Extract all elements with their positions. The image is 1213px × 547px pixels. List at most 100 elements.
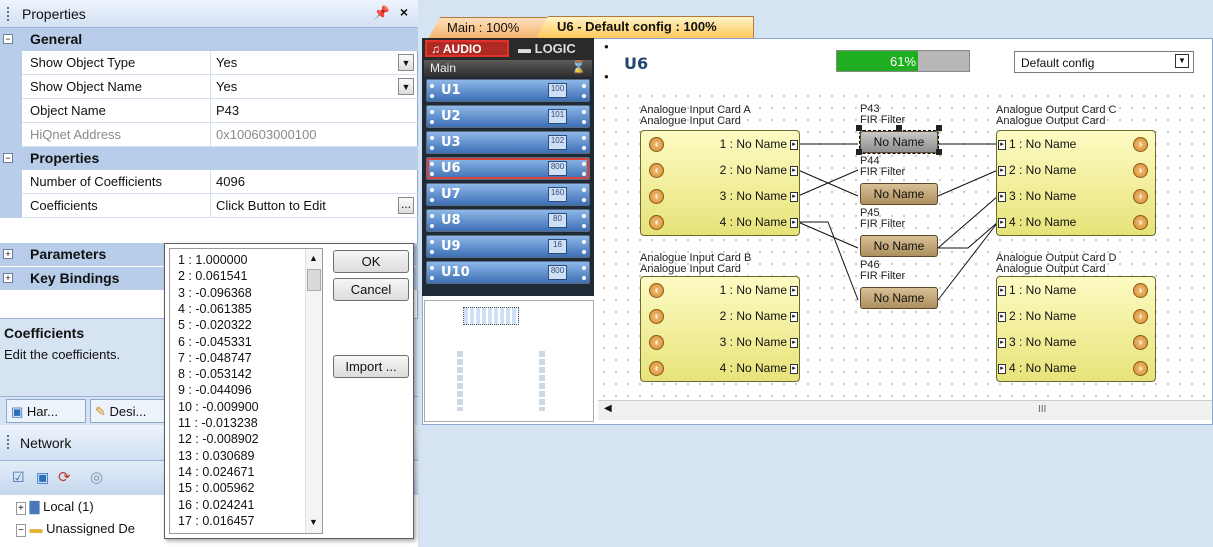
- scroll-thumb[interactable]: [307, 269, 321, 291]
- device-item[interactable]: U10 800: [426, 261, 590, 284]
- output-card-c[interactable]: › 1 : No Name ▸ › 2 : No Name ▸ › 3 : No Name ▸ ›…: [996, 130, 1156, 236]
- fir-block[interactable]: No Name: [860, 287, 938, 309]
- import-button[interactable]: Import ...: [333, 355, 409, 378]
- config-select[interactable]: Default config ▼: [1014, 51, 1194, 73]
- port-pin[interactable]: ▸: [790, 312, 798, 322]
- refresh-icon[interactable]: ⟳: [58, 468, 71, 486]
- pin-icon[interactable]: 📌: [374, 5, 390, 21]
- minimap-viewport[interactable]: [463, 307, 519, 325]
- coefficient-item[interactable]: 8 : -0.053142: [178, 367, 252, 381]
- category-properties[interactable]: − Properties: [0, 147, 418, 170]
- row-show-object-type[interactable]: Show Object Type Yes ▼: [0, 51, 418, 75]
- scroll-up-icon[interactable]: ▲: [309, 253, 318, 263]
- coefficient-item[interactable]: 4 : -0.061385: [178, 302, 252, 316]
- port-pin[interactable]: ▸: [998, 364, 1006, 374]
- fir-block[interactable]: No Name: [860, 235, 938, 257]
- chevron-down-icon[interactable]: ▼: [1175, 54, 1189, 68]
- device-item[interactable]: U2 101: [426, 105, 590, 128]
- port-label[interactable]: 4 : No Name: [1009, 215, 1076, 229]
- port-label[interactable]: 3 : No Name: [720, 335, 787, 349]
- list-scrollbar[interactable]: ▲ ▼: [305, 249, 322, 533]
- coefficient-item[interactable]: 10 : -0.009900: [178, 400, 259, 414]
- device-item[interactable]: U3 102: [426, 131, 590, 154]
- coefficient-item[interactable]: 6 : -0.045331: [178, 335, 252, 349]
- tab-hardware[interactable]: ▣ Har...: [6, 399, 86, 423]
- checklist-icon[interactable]: ☑: [12, 469, 25, 486]
- port-pin[interactable]: ▸: [790, 338, 798, 348]
- port-pin[interactable]: ▸: [790, 218, 798, 228]
- port-pin[interactable]: ▸: [790, 166, 798, 176]
- port-label[interactable]: 2 : No Name: [720, 309, 787, 323]
- coefficient-item[interactable]: 9 : -0.044096: [178, 383, 252, 397]
- edit-coefficients-button[interactable]: ...: [398, 197, 414, 214]
- resize-handle[interactable]: [936, 149, 942, 155]
- chevron-down-icon[interactable]: ▼: [398, 54, 414, 71]
- device-item[interactable]: U6 800: [426, 157, 590, 180]
- coefficient-item[interactable]: 3 : -0.096368: [178, 286, 252, 300]
- collapse-icon[interactable]: −: [3, 153, 13, 163]
- tab-u6-default-config[interactable]: U6 - Default config : 100%: [536, 16, 754, 39]
- coefficient-list[interactable]: ▲ ▼ 1 : 1.000000 2 : 0.061541 3 : -0.09636…: [169, 248, 323, 534]
- scroll-left-icon[interactable]: ◀: [604, 403, 612, 414]
- tree-item-local[interactable]: + ▇ Local (1): [16, 499, 94, 515]
- device-item[interactable]: U7 160: [426, 183, 590, 206]
- coefficient-item[interactable]: 14 : 0.024671: [178, 465, 254, 479]
- row-number-of-coefficients[interactable]: Number of Coefficients 4096: [0, 170, 418, 194]
- port-label[interactable]: 3 : No Name: [1009, 189, 1076, 203]
- cancel-button[interactable]: Cancel: [333, 278, 409, 301]
- horizontal-scrollbar[interactable]: ◀ III: [598, 400, 1212, 420]
- device-item[interactable]: U8 80: [426, 209, 590, 232]
- grip-icon[interactable]: [7, 7, 10, 21]
- scroll-grip[interactable]: III: [1038, 404, 1046, 415]
- port-label[interactable]: 1 : No Name: [1009, 283, 1076, 297]
- row-value[interactable]: 4096: [216, 174, 245, 189]
- fir-block[interactable]: No Name: [859, 130, 939, 154]
- logic-tab[interactable]: ▬ LOGIC: [518, 41, 576, 56]
- minimap[interactable]: [424, 300, 594, 422]
- device-item[interactable]: U1 100: [426, 79, 590, 102]
- audio-tab[interactable]: ♫ AUDIO: [425, 40, 509, 57]
- scroll-down-icon[interactable]: ▼: [309, 517, 318, 527]
- port-label[interactable]: 3 : No Name: [720, 189, 787, 203]
- tab-designer[interactable]: ✎ Desi...: [90, 399, 170, 423]
- expand-icon[interactable]: +: [3, 273, 13, 283]
- port-label[interactable]: 2 : No Name: [720, 163, 787, 177]
- coefficient-item[interactable]: 2 : 0.061541: [178, 269, 248, 283]
- port-pin[interactable]: ▸: [998, 218, 1006, 228]
- port-label[interactable]: 4 : No Name: [1009, 361, 1076, 375]
- schematic-canvas[interactable]: Analogue Input Card A Analogue Input Car…: [598, 90, 1212, 400]
- row-value[interactable]: Yes: [216, 55, 237, 70]
- coefficient-item[interactable]: 13 : 0.030689: [178, 449, 254, 463]
- port-pin[interactable]: ▸: [998, 338, 1006, 348]
- port-label[interactable]: 2 : No Name: [1009, 163, 1076, 177]
- close-icon[interactable]: ×: [400, 4, 408, 20]
- port-pin[interactable]: ▸: [998, 140, 1006, 150]
- coefficient-item[interactable]: 16 : 0.024241: [178, 498, 254, 512]
- resize-handle[interactable]: [856, 125, 862, 131]
- coefficient-item[interactable]: 12 : -0.008902: [178, 432, 259, 446]
- coefficient-item[interactable]: 11 : -0.013238: [178, 416, 258, 430]
- input-card-b[interactable]: ‹ 1 : No Name ▸ ‹ 2 : No Name ▸ ‹ 3 : No Name ▸ ‹…: [640, 276, 800, 382]
- hourglass-icon[interactable]: ⌛: [571, 60, 586, 74]
- row-object-name[interactable]: Object Name P43: [0, 99, 418, 123]
- port-label[interactable]: 1 : No Name: [720, 137, 787, 151]
- window-icon[interactable]: ▣: [36, 469, 49, 486]
- coefficient-item[interactable]: 17 : 0.016457: [178, 514, 254, 528]
- coefficient-item[interactable]: 7 : -0.048747: [178, 351, 252, 365]
- expand-icon[interactable]: +: [3, 249, 13, 259]
- row-coefficients[interactable]: Coefficients Click Button to Edit ...: [0, 194, 418, 218]
- expand-icon[interactable]: +: [16, 502, 26, 515]
- port-label[interactable]: 1 : No Name: [720, 283, 787, 297]
- output-card-d[interactable]: › 1 : No Name ▸ › 2 : No Name ▸ › 3 : No Name ▸ ›…: [996, 276, 1156, 382]
- ok-button[interactable]: OK: [333, 250, 409, 273]
- input-card-a[interactable]: ‹ 1 : No Name ▸ ‹ 2 : No Name ▸ ‹ 3 : No Name ▸ ‹…: [640, 130, 800, 236]
- collapse-icon[interactable]: −: [3, 34, 13, 44]
- target-icon[interactable]: ◎: [90, 468, 103, 486]
- port-pin[interactable]: ▸: [998, 166, 1006, 176]
- port-label[interactable]: 4 : No Name: [720, 215, 787, 229]
- port-pin[interactable]: ▸: [790, 286, 798, 296]
- tab-main[interactable]: Main : 100%: [428, 17, 548, 39]
- category-general[interactable]: − General: [0, 28, 418, 51]
- resize-handle[interactable]: [936, 125, 942, 131]
- port-pin[interactable]: ▸: [790, 192, 798, 202]
